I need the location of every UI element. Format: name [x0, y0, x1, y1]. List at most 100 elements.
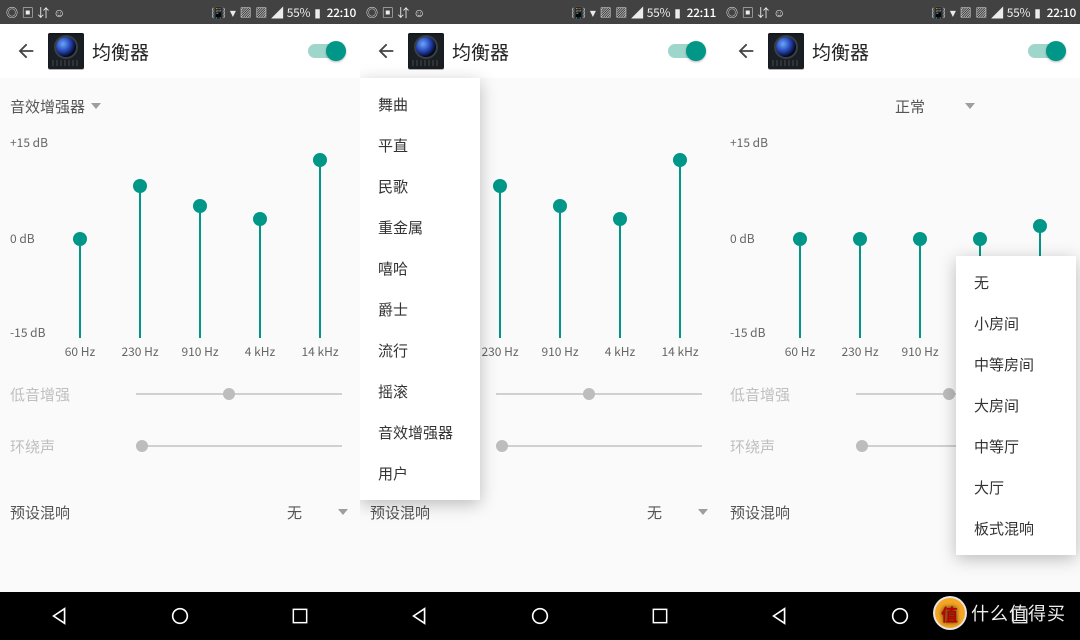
preset-menu-item[interactable]: 舞曲 — [360, 84, 480, 125]
nav-back[interactable] — [406, 602, 434, 630]
preset-menu-item[interactable]: 流行 — [360, 330, 480, 371]
signal-icon: ◢ — [271, 4, 283, 21]
app-bar: 均衡器 — [360, 24, 720, 78]
clock: 22:10 — [327, 4, 356, 21]
reverb-menu[interactable]: 无小房间中等房间大房间中等厅大厅板式混响 — [956, 256, 1076, 555]
freq-label: 230 Hz — [112, 343, 168, 360]
freq-label: 910 Hz — [892, 343, 948, 360]
reverb-menu-item[interactable]: 大房间 — [956, 385, 1076, 426]
app-logo-icon — [48, 33, 84, 69]
nav-home[interactable] — [886, 602, 914, 630]
nav-back[interactable] — [766, 602, 794, 630]
back-button[interactable] — [364, 29, 408, 73]
preset-menu-item[interactable]: 爵士 — [360, 289, 480, 330]
freq-label: 910 Hz — [532, 343, 588, 360]
preset-menu[interactable]: 舞曲平直民歌重金属嘻哈爵士流行摇滚音效增强器用户 — [360, 78, 480, 500]
preset-menu-item[interactable]: 嘻哈 — [360, 248, 480, 289]
eq-band-slider[interactable] — [472, 140, 528, 338]
battery-icon: ▮ — [1034, 4, 1040, 21]
nav-back[interactable] — [46, 602, 74, 630]
battery-icon: ▮ — [674, 4, 680, 21]
nav-bar — [0, 592, 360, 640]
watermark-text: 什么值得买 — [971, 600, 1066, 626]
reverb-menu-item[interactable]: 中等厅 — [956, 426, 1076, 467]
equalizer-sliders: +15 dB 0 dB -15 dB 60 Hz230 Hz910 Hz4 kH… — [10, 134, 350, 354]
eq-band-slider[interactable] — [112, 140, 168, 338]
bass-boost-slider[interactable] — [496, 382, 702, 406]
app-logo-icon — [768, 33, 804, 69]
preset-menu-item[interactable]: 平直 — [360, 125, 480, 166]
battery-text: 55% — [287, 4, 310, 21]
nav-home[interactable] — [526, 602, 554, 630]
signal-icon: ◢ — [631, 4, 643, 21]
master-toggle[interactable] — [308, 41, 346, 61]
eq-band-slider[interactable] — [652, 140, 708, 338]
status-icon: ◎ — [6, 4, 18, 21]
reverb-menu-item[interactable]: 中等房间 — [956, 344, 1076, 385]
status-icon: ▨ — [975, 4, 987, 21]
eq-band-slider[interactable] — [532, 140, 588, 338]
reverb-label: 预设混响 — [370, 502, 647, 523]
clock: 22:11 — [687, 4, 716, 21]
nav-bar — [360, 592, 720, 640]
eq-band-slider[interactable] — [52, 140, 108, 338]
app-title: 均衡器 — [812, 38, 1028, 65]
eq-band-slider[interactable] — [892, 140, 948, 338]
reverb-menu-item[interactable]: 大厅 — [956, 467, 1076, 508]
eq-band-slider[interactable] — [772, 140, 828, 338]
vibrate-icon: 📳 — [931, 4, 946, 21]
eq-band-slider[interactable] — [172, 140, 228, 338]
status-icon: ▨ — [600, 4, 612, 21]
freq-label: 14 kHz — [652, 343, 708, 360]
back-button[interactable] — [724, 29, 768, 73]
freq-label: 4 kHz — [592, 343, 648, 360]
surround-label: 环绕声 — [730, 436, 850, 457]
freq-label: 14 kHz — [292, 343, 348, 360]
surround-slider[interactable] — [136, 434, 342, 458]
status-icon: ▨ — [255, 4, 267, 21]
phone-panel-left: ◎ ▣ ⇵ ☺ 📳 ▾ ▨ ▨ ◢ 55% ▮ 22:10 均衡器 音效增强器 … — [0, 0, 360, 640]
freq-label: 60 Hz — [52, 343, 108, 360]
preset-menu-item[interactable]: 用户 — [360, 453, 480, 494]
nav-recent[interactable] — [646, 602, 674, 630]
freq-label: 910 Hz — [172, 343, 228, 360]
eq-band-slider[interactable] — [292, 140, 348, 338]
status-icon: ▣ — [382, 4, 394, 21]
preset-dropdown[interactable]: 音效增强器 — [10, 90, 350, 122]
battery-text: 55% — [647, 4, 670, 21]
app-logo-icon — [408, 33, 444, 69]
surround-slider[interactable] — [496, 434, 702, 458]
preset-dropdown[interactable]: 正常 — [800, 90, 1070, 122]
status-icon: ⇵ — [757, 4, 769, 21]
master-toggle[interactable] — [1028, 41, 1066, 61]
eq-band-slider[interactable] — [832, 140, 888, 338]
phone-panel-right: ◎ ▣ ⇵ ☺ 📳 ▾ ▨ ▨ ◢ 55% ▮ 22:10 均衡器 正常 +15… — [720, 0, 1080, 640]
app-title: 均衡器 — [452, 38, 668, 65]
chevron-down-icon — [338, 509, 348, 515]
eq-band-slider[interactable] — [592, 140, 648, 338]
reverb-menu-item[interactable]: 无 — [956, 262, 1076, 303]
content-area: 音效增强器 +15 dB 0 dB -15 dB 60 Hz230 Hz910 … — [0, 78, 360, 592]
master-toggle[interactable] — [668, 41, 706, 61]
battery-text: 55% — [1007, 4, 1030, 21]
bass-boost-label: 低音增强 — [730, 384, 850, 405]
freq-label: 230 Hz — [472, 343, 528, 360]
watermark-badge-icon: 值 — [935, 598, 965, 628]
reverb-dropdown[interactable]: 预设混响 无 — [10, 490, 350, 534]
reverb-menu-item[interactable]: 板式混响 — [956, 508, 1076, 549]
phone-panel-middle: ◎ ▣ ⇵ ☺ 📳 ▾ ▨ ▨ ◢ 55% ▮ 22:11 均衡器 60 Hz2… — [360, 0, 720, 640]
vibrate-icon: 📳 — [571, 4, 586, 21]
reverb-menu-item[interactable]: 小房间 — [956, 303, 1076, 344]
preset-menu-item[interactable]: 重金属 — [360, 207, 480, 248]
status-icon: ⇵ — [397, 4, 409, 21]
preset-menu-item[interactable]: 摇滚 — [360, 371, 480, 412]
watermark: 值 什么值得买 — [935, 598, 1066, 628]
eq-band-slider[interactable] — [232, 140, 288, 338]
bass-boost-slider[interactable] — [136, 382, 342, 406]
preset-menu-item[interactable]: 民歌 — [360, 166, 480, 207]
nav-home[interactable] — [166, 602, 194, 630]
preset-selected-label: 正常 — [895, 96, 925, 117]
preset-menu-item[interactable]: 音效增强器 — [360, 412, 480, 453]
nav-recent[interactable] — [286, 602, 314, 630]
back-button[interactable] — [4, 29, 48, 73]
